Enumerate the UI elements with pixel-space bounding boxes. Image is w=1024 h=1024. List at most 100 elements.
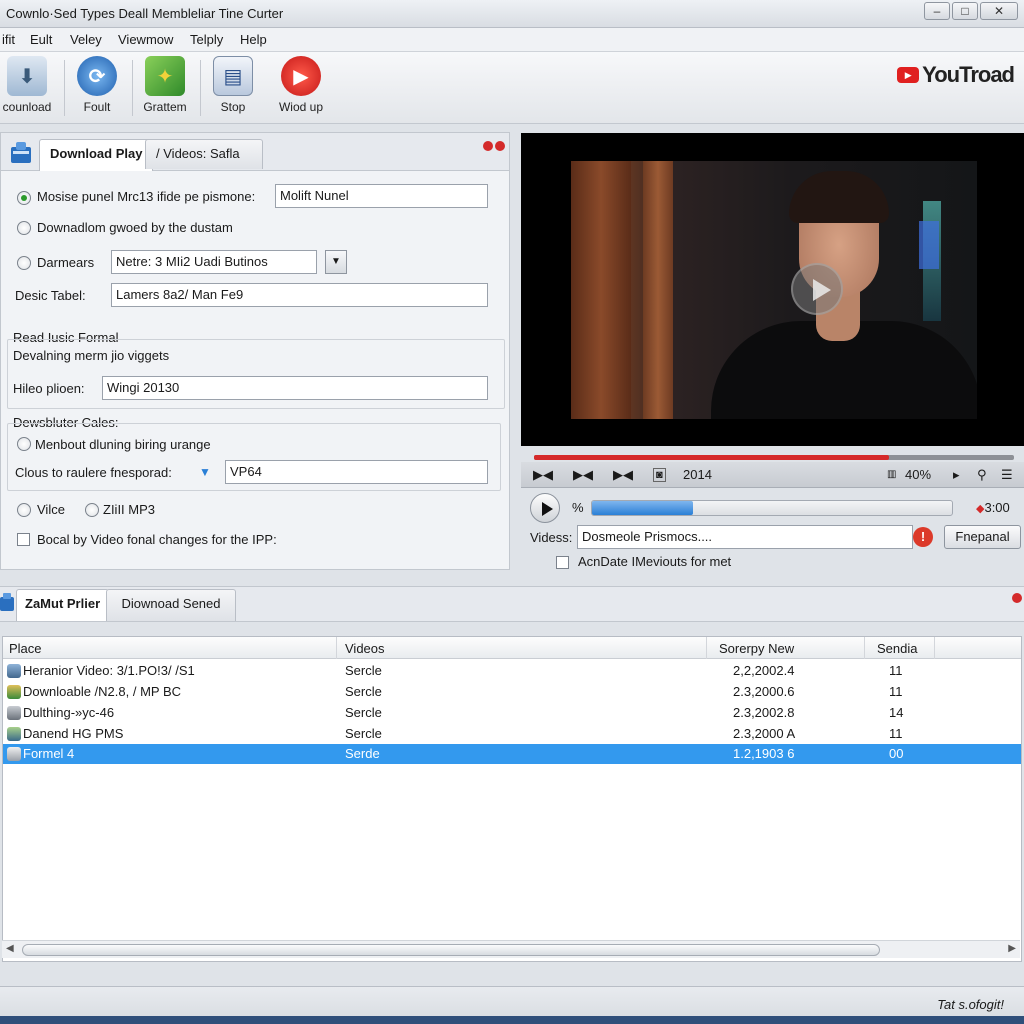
youtube-logo-icon: ▶ [897,67,920,83]
format-radio-mp3[interactable] [85,503,99,517]
previous-icon[interactable]: ▶◀ [613,467,633,483]
video-play-overlay-icon[interactable] [791,263,843,315]
rewind-icon[interactable]: ▶◀ [533,467,553,483]
puzzle-icon: ✦ [145,56,185,96]
table-row[interactable]: Dulthing-»yc-46 Sercle 2.3,2002.8 14 [3,703,1021,723]
screenshot-icon[interactable]: ◙ [653,468,666,482]
row-count: 14 [889,705,904,720]
menu-item-view[interactable]: Veley [70,32,102,47]
toolbar-grattem-button[interactable]: ✦ Grattem [134,56,196,120]
next-icon[interactable]: ▸ [953,467,960,483]
scroll-left-icon[interactable]: ◀ [6,943,14,954]
maximize-button[interactable]: □ [952,2,978,20]
video-label: Hileo plioen: [13,381,85,396]
table-row[interactable]: Downloable /N2.8, / MP BC Sercle 2.3,200… [3,682,1021,702]
video-file-icon [7,664,21,678]
row-date: 2.3,2002.8 [733,705,795,720]
column-header-date[interactable]: Sorerpy New [707,637,865,659]
update-checkbox[interactable] [556,556,569,569]
step-back-icon[interactable]: ▶◀ [573,467,593,483]
search-icon[interactable]: ⚲ [977,467,987,483]
option-radio-1[interactable] [17,191,31,205]
row-videos: Sercle [345,705,382,720]
column-header-place[interactable]: Place [3,637,337,659]
time-remaining: ◆3:00 [976,500,1010,515]
videos-field[interactable]: Dosmeole Prismocs.... [577,525,913,549]
play-icon: ▶ [281,56,321,96]
panel-close-icon[interactable] [483,141,493,151]
table-row[interactable]: Heranior Video: 3/1.PO!3/ /S1 Sercle 2,2… [3,661,1021,681]
option-radio-3[interactable] [17,256,31,270]
panel-close-icon[interactable] [1012,593,1022,603]
group-1-subtitle: Devalning merm jio viggets [11,348,172,363]
toolbar: ⬇ counload ⟳ Foult ✦ Grattem ▤ Stop ▶ Wi… [0,52,1024,124]
menu-item-help[interactable]: Help [240,32,267,47]
download-progress-bar [591,500,953,516]
format-radio-video[interactable] [17,503,31,517]
codec-field[interactable]: VP64 [225,460,488,484]
format-change-checkbox[interactable] [17,533,30,546]
alert-icon[interactable]: ! [913,527,933,547]
desc-field[interactable]: Lamers 8a2/ Man Fe9 [111,283,488,307]
name-field[interactable]: Molift Nunel [275,184,488,208]
progress-percent-symbol: % [572,500,584,515]
menu-item-file[interactable]: ifit [2,32,15,47]
video-file-icon [7,747,21,761]
row-date: 2.3,2000 A [733,726,796,741]
tab-zamut-prlier[interactable]: ZaMut Prlier [16,589,110,621]
video-file-icon [7,706,21,720]
close-button[interactable]: ✕ [980,2,1018,20]
column-header-videos[interactable]: Videos [337,637,707,659]
column-header-count[interactable]: Sendia [865,637,935,659]
scrollbar-thumb[interactable] [22,944,880,956]
toolbar-foult-button[interactable]: ⟳ Foult [66,56,128,120]
fnepanal-button[interactable]: Fnepanal [944,525,1021,549]
tab-videos-safla[interactable]: / Videos: Safla [145,139,263,169]
brand-logo: ▶ YouTroad [897,62,1015,88]
toolbar-separator [200,60,201,116]
play-button[interactable] [530,493,560,523]
darmears-select[interactable]: Netre: 3 MIi2 Uadi Butinos [111,250,317,274]
download-icon: ⬇ [7,56,47,96]
row-date: 1.2,1903 6 [733,746,795,761]
format-change-label: Bocal by Video fonal changes for the IPP… [37,532,277,547]
tab-download-play[interactable]: Download Play [39,139,154,171]
seek-bar[interactable] [534,455,1014,460]
scroll-right-icon[interactable]: ▶ [1008,943,1016,954]
video-field[interactable]: Wingi 20130 [102,376,488,400]
video-player[interactable] [521,133,1024,446]
quality-icon[interactable]: ▥ [887,469,896,480]
menu-item-edit[interactable]: Eult [30,32,52,47]
video-frame [571,161,977,419]
zoom-percent[interactable]: 40% [905,467,931,482]
sync-icon: ⟳ [77,56,117,96]
download-progress-fill [592,501,693,515]
minimize-button[interactable]: – [924,2,950,20]
table-row[interactable]: Danend HG PMS Sercle 2.3,2000 A 11 [3,724,1021,744]
chevron-down-icon[interactable]: ▼ [325,250,347,274]
row-place: Danend HG PMS [23,726,124,741]
brand-name: YouTroad [922,62,1015,87]
toolbar-stop-label: Stop [220,100,246,114]
title-bar: Cownlo·Sed Types Deall Membleliar Tine C… [0,0,1024,28]
window-controls: – □ ✕ [924,2,1018,20]
panel-pin-icon[interactable] [495,141,505,151]
format-video-label: Vilce [37,502,65,517]
horizontal-scrollbar[interactable]: ◀ ▶ [2,940,1020,958]
option-4-label: Menbout dluning biring urange [35,437,211,452]
download-list-tabs: ZaMut Prlier Diownoad Sened [0,586,1024,622]
videos-label: Videss: [530,530,573,545]
menu-item-window[interactable]: Viewmow [118,32,173,47]
menu-item-tools[interactable]: Telply [190,32,223,47]
video-background-light [919,221,939,269]
time-remaining-value: 3:00 [984,500,1010,515]
toolbar-stop-button[interactable]: ▤ Stop [202,56,264,120]
option-radio-4[interactable] [17,437,31,451]
toolbar-wiod-up-button[interactable]: ▶ Wiod up [270,56,332,120]
option-radio-2[interactable] [17,221,31,235]
toolbar-download-label: counload [2,100,52,114]
settings-icon[interactable]: ☰ [1001,467,1013,483]
toolbar-download-button[interactable]: ⬇ counload [0,56,58,120]
tab-download-sened[interactable]: Diownoad Sened [106,589,236,621]
table-row-selected[interactable]: Formel 4 Serde 1.2,1903 6 00 [3,744,1021,764]
